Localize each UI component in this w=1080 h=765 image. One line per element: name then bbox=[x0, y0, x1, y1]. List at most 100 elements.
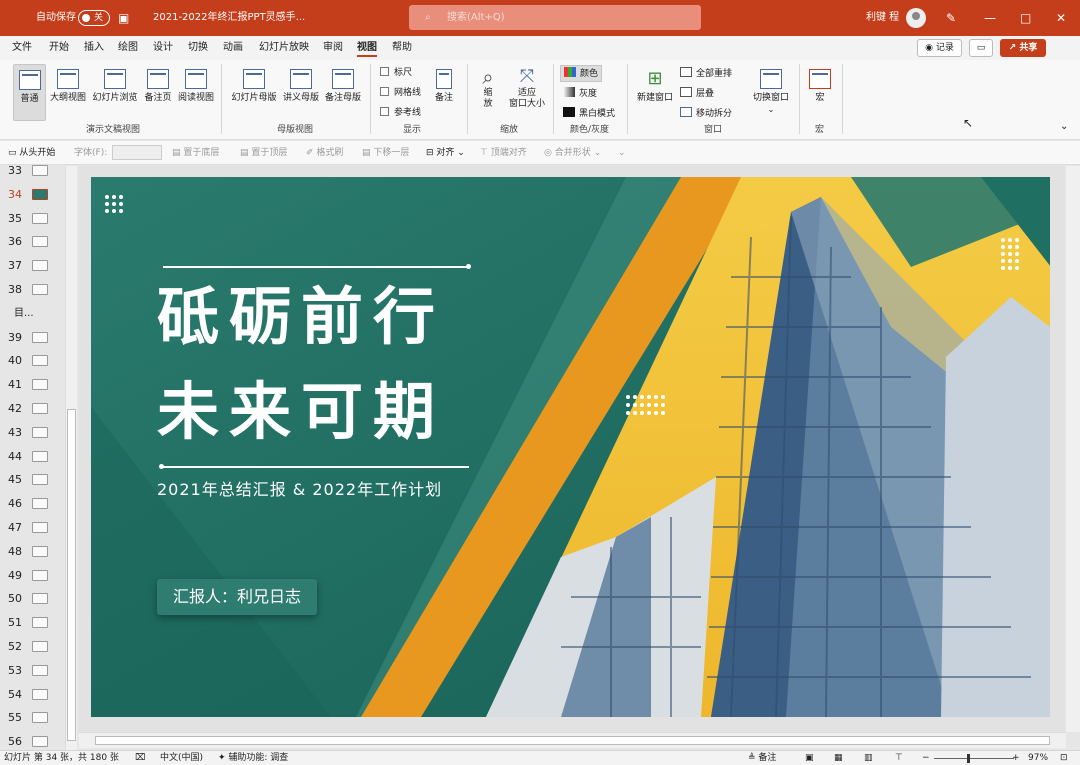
spellcheck-icon[interactable]: ⌧ bbox=[135, 753, 145, 764]
normal-view-icon[interactable]: ▣ bbox=[805, 753, 814, 764]
tab-transitions[interactable]: 切换 bbox=[188, 41, 208, 55]
slide-thumbnail[interactable]: 52 bbox=[0, 636, 64, 660]
zoom-in-icon[interactable]: + bbox=[1012, 753, 1020, 764]
slide-thumbnail[interactable]: 55 bbox=[0, 707, 64, 731]
slide-thumbnail[interactable]: 53 bbox=[0, 660, 64, 684]
gridlines-checkbox[interactable]: 网格线 bbox=[380, 87, 421, 99]
slide-thumbnail[interactable]: 35 bbox=[0, 208, 64, 232]
maximize-icon[interactable]: □ bbox=[1020, 10, 1031, 26]
fit-window-button[interactable]: ⤧ 适应 窗口大小 bbox=[506, 66, 548, 110]
tab-review[interactable]: 审阅 bbox=[323, 41, 343, 55]
tab-slideshow[interactable]: 幻灯片放映 bbox=[259, 41, 309, 55]
color-button[interactable]: 颜色 bbox=[560, 65, 603, 82]
fit-slide-icon[interactable]: ⊡ bbox=[1060, 753, 1068, 764]
bring-to-front-button[interactable]: ▤ 置于顶层 bbox=[240, 147, 287, 159]
slide-thumbnail[interactable]: 43 bbox=[0, 422, 64, 446]
outline-view-button[interactable]: 大纲视图 bbox=[48, 64, 88, 104]
macros-button[interactable]: 宏 bbox=[806, 64, 834, 104]
zoom-level[interactable]: 97% bbox=[1028, 753, 1048, 764]
font-select[interactable] bbox=[112, 145, 162, 160]
pen-icon[interactable]: ✎ bbox=[946, 10, 956, 26]
slide-thumbnail[interactable]: 51 bbox=[0, 612, 64, 636]
thumbnail-scrollbar[interactable] bbox=[65, 166, 77, 750]
tab-draw[interactable]: 绘图 bbox=[118, 41, 138, 55]
search-box[interactable]: ⌕ 搜索(Alt+Q) bbox=[409, 5, 701, 30]
black-white-button[interactable]: 黑白模式 bbox=[563, 107, 615, 120]
slide-sorter-button[interactable]: 幻灯片浏览 bbox=[90, 64, 140, 104]
slide[interactable]: 砥砺前行 未来可期 2021年总结汇报 & 2022年工作计划 汇报人：利兄日志 bbox=[91, 177, 1050, 717]
slideshow-icon[interactable]: ⊤ bbox=[895, 753, 903, 764]
vertical-scrollbar[interactable] bbox=[1066, 166, 1080, 732]
thumbnail-active[interactable]: 34 bbox=[0, 184, 64, 208]
notes-master-button[interactable]: 备注母版 bbox=[323, 64, 363, 104]
slide-thumbnail[interactable]: 47 bbox=[0, 517, 64, 541]
slide-master-button[interactable]: 幻灯片母版 bbox=[229, 64, 279, 104]
guides-checkbox[interactable]: 参考线 bbox=[380, 107, 421, 119]
share-button[interactable]: ↗ 共享 bbox=[1000, 39, 1046, 57]
tab-file[interactable]: 文件 bbox=[12, 41, 32, 55]
accessibility-status[interactable]: ✦ 辅助功能: 调查 bbox=[218, 753, 288, 764]
align-button[interactable]: ⊟ 对齐 ⌄ bbox=[426, 147, 465, 159]
slide-sorter-icon[interactable]: ▦ bbox=[834, 753, 843, 764]
reporter-label[interactable]: 汇报人：利兄日志 bbox=[157, 579, 317, 615]
slide-thumbnail[interactable]: 40 bbox=[0, 350, 64, 374]
notes-page-button[interactable]: 备注页 bbox=[142, 64, 174, 104]
horizontal-scrollbar[interactable] bbox=[79, 732, 1066, 748]
slide-thumbnail[interactable]: 45 bbox=[0, 469, 64, 493]
grayscale-button[interactable]: 灰度 bbox=[563, 87, 597, 100]
zoom-slider-thumb[interactable] bbox=[967, 754, 970, 763]
arrange-all-button[interactable]: 全部重排 bbox=[680, 67, 732, 80]
from-start-button[interactable]: ▭ 从头开始 bbox=[8, 147, 55, 159]
slide-thumbnail[interactable]: 38 bbox=[0, 279, 64, 303]
slide-thumbnail[interactable]: 46 bbox=[0, 493, 64, 517]
tab-insert[interactable]: 插入 bbox=[84, 41, 104, 55]
normal-view-button[interactable]: 普通 bbox=[13, 64, 46, 121]
move-split-button[interactable]: 移动拆分 bbox=[680, 107, 732, 120]
autosave-toggle[interactable]: 关 bbox=[78, 10, 110, 26]
send-to-back-button[interactable]: ▤ 置于底层 bbox=[172, 147, 219, 159]
slide-thumbnail[interactable]: 41 bbox=[0, 374, 64, 398]
minimize-icon[interactable]: — bbox=[984, 10, 996, 26]
slide-thumbnail[interactable]: 33 bbox=[0, 160, 64, 184]
comments-button[interactable]: ▭ bbox=[969, 39, 993, 57]
slide-thumbnail[interactable]: 39 bbox=[0, 327, 64, 351]
notes-button[interactable]: 备注 bbox=[430, 64, 458, 104]
slide-thumbnail[interactable]: 49 bbox=[0, 565, 64, 589]
reading-view-button[interactable]: 阅读视图 bbox=[176, 64, 216, 104]
zoom-button[interactable]: ⌕ 缩 放 bbox=[474, 66, 502, 110]
collapse-ribbon-icon[interactable]: ⌄ bbox=[1060, 121, 1068, 132]
cascade-button[interactable]: 层叠 bbox=[680, 87, 714, 100]
slide-thumbnail[interactable]: 37 bbox=[0, 255, 64, 279]
tab-design[interactable]: 设计 bbox=[153, 41, 173, 55]
slide-thumbnail[interactable]: 44 bbox=[0, 446, 64, 470]
slide-subtitle[interactable]: 2021年总结汇报 & 2022年工作计划 bbox=[157, 479, 442, 501]
format-painter-button[interactable]: ✐ 格式刷 bbox=[306, 147, 343, 159]
slide-thumbnail[interactable]: 42 bbox=[0, 398, 64, 422]
slide-thumbnail[interactable]: 目... bbox=[0, 303, 64, 327]
slide-thumbnail[interactable]: 50 bbox=[0, 588, 64, 612]
slide-thumbnail[interactable]: 48 bbox=[0, 541, 64, 565]
zoom-out-icon[interactable]: − bbox=[922, 753, 930, 764]
send-backward-button[interactable]: ▤ 下移一层 bbox=[362, 147, 409, 159]
align-top-button[interactable]: ⊤ 顶端对齐 bbox=[480, 147, 527, 159]
new-window-button[interactable]: ⊞ 新建窗口 bbox=[634, 64, 676, 104]
avatar[interactable] bbox=[906, 8, 926, 28]
tab-animations[interactable]: 动画 bbox=[223, 41, 243, 55]
tab-home[interactable]: 开始 bbox=[49, 41, 69, 55]
language[interactable]: 中文(中国) bbox=[160, 753, 203, 764]
close-icon[interactable]: ✕ bbox=[1056, 10, 1066, 26]
reading-view-icon[interactable]: ▥ bbox=[864, 753, 873, 764]
slide-thumbnail[interactable]: 36 bbox=[0, 231, 64, 255]
slide-title-line-2[interactable]: 未来可期 bbox=[157, 377, 445, 447]
switch-window-button[interactable]: 切换窗口 ⌄ bbox=[748, 64, 794, 115]
slide-title-line-1[interactable]: 砥砺前行 bbox=[157, 282, 445, 352]
save-icon[interactable]: ▣ bbox=[118, 10, 129, 26]
zoom-slider[interactable] bbox=[934, 758, 1014, 759]
handout-master-button[interactable]: 讲义母版 bbox=[281, 64, 321, 104]
customize-qat-icon[interactable]: ⌄ bbox=[618, 147, 626, 159]
tab-help[interactable]: 帮助 bbox=[392, 41, 412, 55]
ruler-checkbox[interactable]: 标尺 bbox=[380, 67, 412, 79]
slide-thumbnail[interactable]: 54 bbox=[0, 684, 64, 708]
notes-toggle[interactable]: ≜ 备注 bbox=[748, 753, 776, 764]
record-button[interactable]: ◉ 记录 bbox=[917, 39, 962, 57]
